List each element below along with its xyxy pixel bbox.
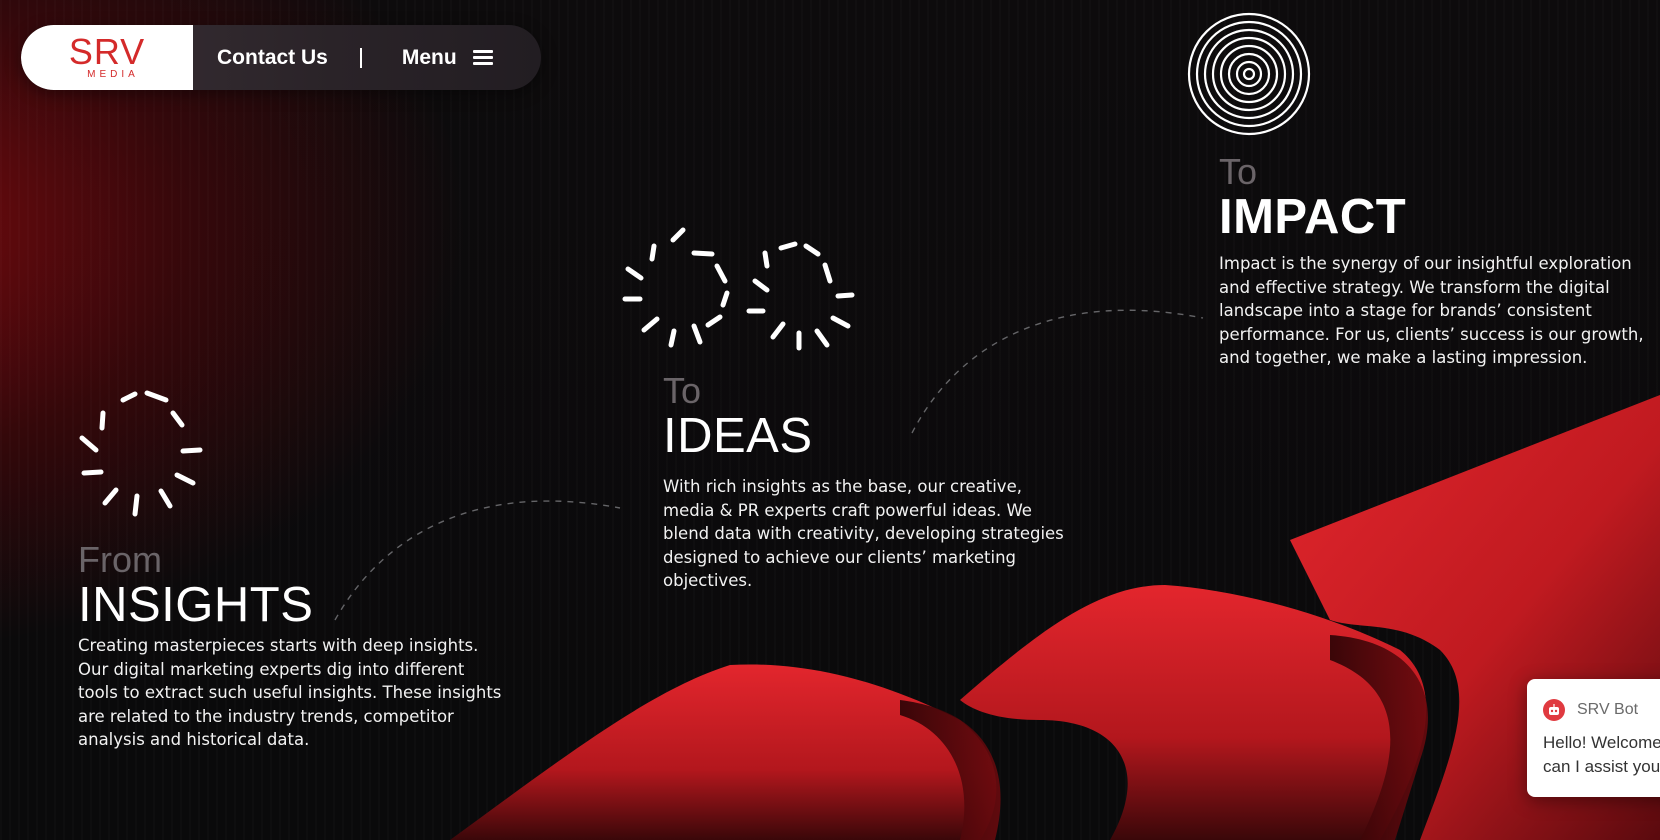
chatbot-message: Hello! Welcome can I assist you: [1543, 731, 1660, 779]
impact-title: IMPACT: [1219, 190, 1407, 244]
insights-prefix: From: [78, 539, 162, 580]
insights-title: INSIGHTS: [78, 578, 314, 632]
menu-button[interactable]: Menu: [402, 25, 493, 90]
bot-icon: [1543, 699, 1565, 721]
chatbot-name: SRV Bot: [1577, 701, 1639, 718]
ideas-description: With rich insights as the base, our crea…: [663, 477, 1064, 590]
contact-us-link[interactable]: Contact Us: [217, 25, 328, 90]
concentric-circles-icon: [1187, 12, 1311, 136]
insights-section: From INSIGHTS Creating masterpieces star…: [78, 540, 508, 752]
nav-divider: [359, 47, 362, 68]
impact-prefix: To: [1219, 151, 1258, 192]
ribbon-left: [450, 664, 997, 840]
hero-stage: SRV MEDIA Contact Us Menu From INSIGHTS …: [0, 0, 1660, 840]
chatbot-header: SRV Bot: [1543, 699, 1660, 721]
insights-description: Creating masterpieces starts with deep i…: [78, 636, 502, 749]
hamburger-icon: [472, 47, 493, 68]
chatbot-message-line-1: Hello! Welcome: [1543, 733, 1660, 752]
double-burst-icon: [622, 227, 855, 351]
impact-section: To IMPACT Impact is the synergy of our i…: [1219, 151, 1644, 370]
ideas-title: IDEAS: [663, 409, 813, 463]
ideas-prefix: To: [663, 370, 702, 411]
burst-circle-icon: [79, 390, 203, 517]
menu-label: Menu: [401, 45, 457, 69]
ideas-section: To IDEAS With rich insights as the base,…: [663, 371, 1083, 593]
logo-subtext: MEDIA: [87, 69, 139, 80]
chatbot-widget[interactable]: SRV Bot Hello! Welcome can I assist you: [1527, 679, 1660, 797]
chatbot-message-line-2: can I assist you: [1543, 757, 1660, 776]
top-nav: SRV MEDIA Contact Us Menu: [21, 25, 541, 90]
logo-wordmark: SRV: [68, 31, 146, 72]
logo[interactable]: SRV MEDIA: [21, 25, 193, 90]
impact-description: Impact is the synergy of our insightful …: [1219, 254, 1644, 367]
